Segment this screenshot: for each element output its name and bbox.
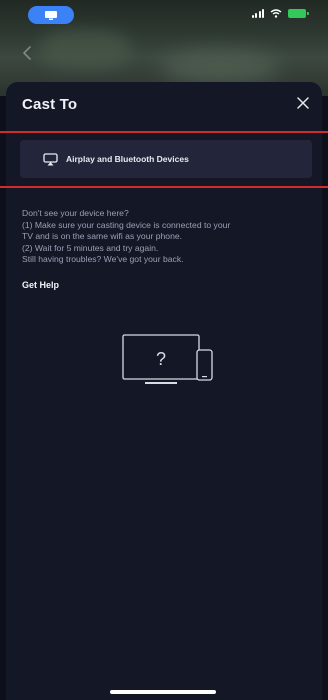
airplay-icon — [42, 152, 58, 166]
highlight-line-top — [0, 131, 328, 133]
background-blur-shape — [40, 30, 130, 70]
battery-charging-icon — [288, 9, 309, 18]
cellular-signal-icon — [251, 9, 264, 18]
tv-and-phone-unknown-icon: ? — [122, 334, 213, 384]
status-bar — [0, 0, 328, 26]
highlight-line-bottom — [0, 186, 328, 188]
help-line: Still having troubles? We've got your ba… — [22, 254, 184, 265]
help-instructions: Don't see your device here? (1) Make sur… — [22, 208, 312, 266]
get-help-link[interactable]: Get Help — [22, 280, 59, 290]
chevron-left-icon — [23, 46, 31, 60]
close-icon — [297, 97, 309, 109]
help-line: Don't see your device here? — [22, 208, 129, 218]
help-line: (2) Wait for 5 minutes and try again. — [22, 242, 159, 253]
wifi-icon — [270, 9, 282, 18]
unknown-device-symbol: ? — [156, 349, 166, 369]
background-blur-shape — [160, 50, 280, 86]
status-icons — [251, 9, 309, 18]
screen-mirroring-icon — [45, 10, 57, 20]
screen-mirroring-indicator[interactable] — [28, 6, 74, 24]
help-line: TV and is on the same wifi as your phone… — [22, 231, 183, 242]
help-line: (1) Make sure your casting device is con… — [22, 219, 231, 230]
close-button[interactable] — [294, 94, 312, 112]
sheet-title: Cast To — [22, 96, 78, 113]
airplay-bluetooth-devices-option[interactable]: Airplay and Bluetooth Devices — [20, 140, 312, 178]
device-option-label: Airplay and Bluetooth Devices — [66, 154, 189, 164]
home-indicator[interactable] — [110, 690, 216, 694]
